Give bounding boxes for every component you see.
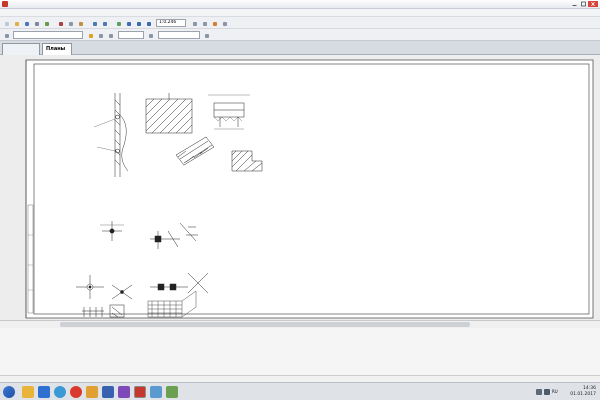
line-style-field[interactable]	[13, 31, 83, 39]
folder-icon[interactable]	[22, 386, 34, 398]
open-folder-icon[interactable]	[12, 19, 21, 28]
preview-icon[interactable]	[42, 19, 51, 28]
current-state-toolbar	[0, 29, 600, 41]
pan-icon[interactable]	[190, 19, 199, 28]
drawing-sheet	[25, 59, 594, 319]
layers-icon[interactable]	[210, 19, 219, 28]
title-bar	[0, 0, 600, 9]
minimize-icon[interactable]	[571, 1, 578, 7]
status-bar	[0, 375, 600, 382]
maximize-icon[interactable]	[580, 1, 587, 7]
step-field[interactable]	[118, 31, 144, 39]
zoom-field[interactable]: 1:0.246	[156, 19, 186, 27]
copy-icon[interactable]	[66, 19, 75, 28]
clock-date[interactable]: 01.01.2017	[566, 392, 596, 398]
cad-icon[interactable]	[134, 386, 146, 398]
zoom-in-icon[interactable]	[134, 19, 143, 28]
horizontal-scrollbar[interactable]	[0, 320, 600, 328]
viewer-icon[interactable]	[118, 386, 130, 398]
new-document-icon[interactable]	[2, 19, 11, 28]
cut-icon[interactable]	[56, 19, 65, 28]
paste-icon[interactable]	[76, 19, 85, 28]
menu-bar	[0, 9, 600, 17]
tab-plans[interactable]: Планы	[42, 43, 72, 55]
browser-icon[interactable]	[54, 386, 66, 398]
refresh-icon[interactable]	[114, 19, 123, 28]
office-icon[interactable]	[102, 386, 114, 398]
snap-icon[interactable]	[106, 31, 115, 40]
start-button[interactable]	[3, 386, 15, 398]
tab-document-1[interactable]	[2, 43, 40, 55]
app-icon[interactable]	[166, 386, 178, 398]
document-tabs: Планы	[0, 41, 600, 55]
network-icon[interactable]	[536, 389, 542, 395]
cursor-icon[interactable]	[146, 31, 155, 40]
yandex-icon[interactable]	[70, 386, 82, 398]
drawing-canvas[interactable]	[0, 55, 600, 320]
save-icon[interactable]	[22, 19, 31, 28]
grid-icon[interactable]	[86, 31, 95, 40]
properties-panel	[0, 328, 600, 382]
drawing-workspace[interactable]	[0, 55, 600, 320]
zoom-all-icon[interactable]	[200, 19, 209, 28]
state-icon[interactable]	[2, 31, 11, 40]
scrollbar-thumb[interactable]	[60, 322, 470, 327]
zoom-window-icon[interactable]	[124, 19, 133, 28]
taskbar: RU 14:36 01.01.2017	[0, 382, 600, 400]
language-indicator[interactable]: RU	[552, 389, 560, 395]
system-tray: RU 14:36 01.01.2017	[518, 383, 600, 401]
standard-toolbar: 1:0.246	[0, 17, 600, 29]
explorer-icon[interactable]	[150, 386, 162, 398]
redo-icon[interactable]	[100, 19, 109, 28]
app-logo-icon	[2, 1, 8, 7]
coordinates-field[interactable]	[158, 31, 200, 39]
zoom-out-icon[interactable]	[144, 19, 153, 28]
close-icon[interactable]	[588, 1, 598, 7]
ortho-icon[interactable]	[96, 31, 105, 40]
local-cs-icon[interactable]	[202, 31, 211, 40]
mail-icon[interactable]	[86, 386, 98, 398]
volume-icon[interactable]	[544, 389, 550, 395]
media-icon[interactable]	[38, 386, 50, 398]
undo-icon[interactable]	[90, 19, 99, 28]
properties-icon[interactable]	[220, 19, 229, 28]
print-icon[interactable]	[32, 19, 41, 28]
